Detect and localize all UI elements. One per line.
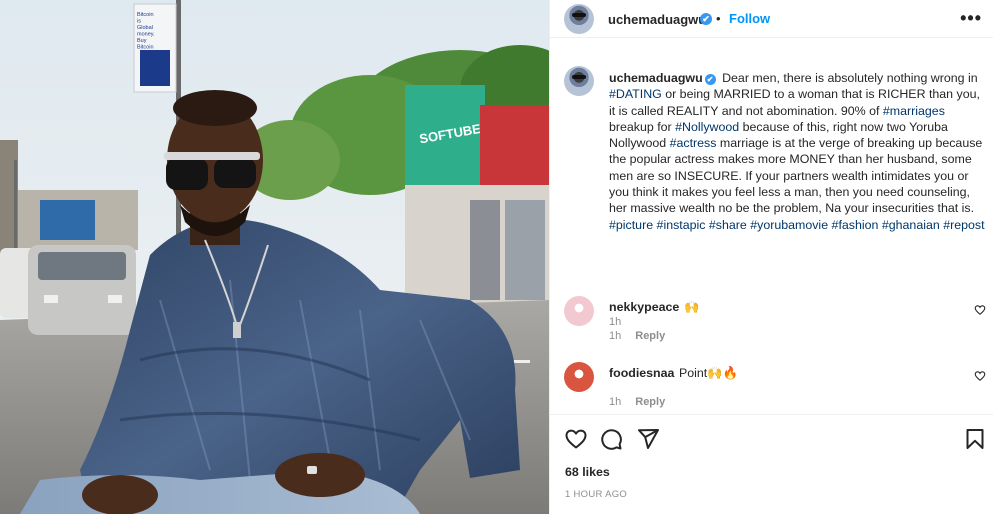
post-time-ago: 1 HOUR AGO (565, 489, 628, 500)
reply-button[interactable]: Reply (635, 396, 665, 408)
comment-meta: 1h Reply (609, 330, 665, 342)
comment-item: foodiesnaa Point🙌🔥 1h Reply (550, 362, 993, 422)
billboard-text-word: money. (137, 32, 155, 38)
caption-text-segment: breakup for (609, 119, 676, 134)
hashtag-link[interactable]: #fashion (832, 218, 879, 232)
hashtag-link[interactable]: #yorubamovie (750, 218, 828, 232)
post-photo[interactable]: SOFTUBE Bitcoin is Global money. Buy Bitcoin (0, 0, 549, 514)
billboard-text: Bitcoin is Global money. Buy Bitcoin (137, 12, 155, 51)
billboard-text-word: Buy (137, 38, 147, 44)
comment-like-heart-icon[interactable] (974, 370, 986, 382)
follow-button[interactable]: Follow (729, 11, 770, 26)
post-caption: uchemaduagwu ✔ Dear men, there is absolut… (609, 70, 987, 233)
separator-dot: • (716, 11, 721, 26)
caption-verified-badge-icon: ✔ (704, 74, 716, 85)
hashtag-link[interactable]: #marriages (883, 104, 945, 118)
comment-timestamp: 1h (609, 330, 622, 342)
commenter-avatar[interactable] (564, 296, 594, 326)
author-username[interactable]: uchemaduagwu (608, 12, 706, 27)
billboard-text-word: Bitcoin (137, 45, 154, 51)
commenter-username[interactable]: foodiesnaa (609, 366, 674, 380)
commenter-avatar[interactable] (564, 362, 594, 392)
share-icon[interactable] (636, 427, 660, 451)
more-options-icon[interactable]: ••• (960, 8, 982, 29)
billboard-text-word: Global (137, 25, 153, 31)
comment-like-heart-icon[interactable] (974, 304, 986, 316)
commenter-username[interactable]: nekkypeace (609, 300, 679, 314)
caption-author-avatar[interactable] (564, 66, 594, 96)
verified-badge-icon: ✔ (700, 13, 712, 25)
caption-text-segment: Dear men, there is absolutely nothing wr… (722, 71, 978, 85)
hashtag-link[interactable]: #DATING (609, 87, 662, 101)
comment-text: Point🙌🔥 (679, 366, 739, 380)
post-side-panel: uchemaduagwu ✔ • Follow ••• uchemaduagwu… (549, 0, 993, 514)
heart-icon[interactable] (564, 427, 588, 451)
hashtag-link[interactable]: #picture (609, 218, 653, 232)
billboard-text-word: Bitcoin (137, 12, 154, 18)
likes-count[interactable]: 68 likes (565, 465, 610, 479)
comment-meta: 1h Reply (609, 396, 665, 408)
bookmark-icon[interactable] (963, 427, 987, 451)
hashtag-link[interactable]: #actress (670, 136, 717, 150)
hashtag-link[interactable]: #ghanaian (882, 218, 940, 232)
post-header: uchemaduagwu ✔ • Follow ••• (550, 0, 993, 38)
caption-text: Dear men, there is absolutely nothing wr… (609, 71, 985, 232)
hashtag-link[interactable]: #repost (943, 218, 984, 232)
billboard-text-word: is (137, 19, 141, 25)
author-avatar[interactable] (564, 4, 594, 34)
hashtag-link[interactable]: #instapic (657, 218, 706, 232)
comment-icon[interactable] (599, 427, 623, 451)
post-photo-illustration: SOFTUBE Bitcoin is Global money. Buy Bitcoin (0, 0, 549, 514)
comment-text: 🙌 (684, 300, 700, 314)
caption-author-username[interactable]: uchemaduagwu (609, 71, 703, 85)
hashtag-link[interactable]: #share (709, 218, 747, 232)
comment-item: nekkypeace 🙌 1h Reply (550, 296, 993, 356)
hashtag-link[interactable]: #Nollywood (675, 120, 739, 134)
comment-timestamp: 1h (609, 396, 622, 408)
post-actions: 68 likes 1 HOUR AGO (550, 414, 993, 514)
reply-button[interactable]: Reply (635, 330, 665, 342)
